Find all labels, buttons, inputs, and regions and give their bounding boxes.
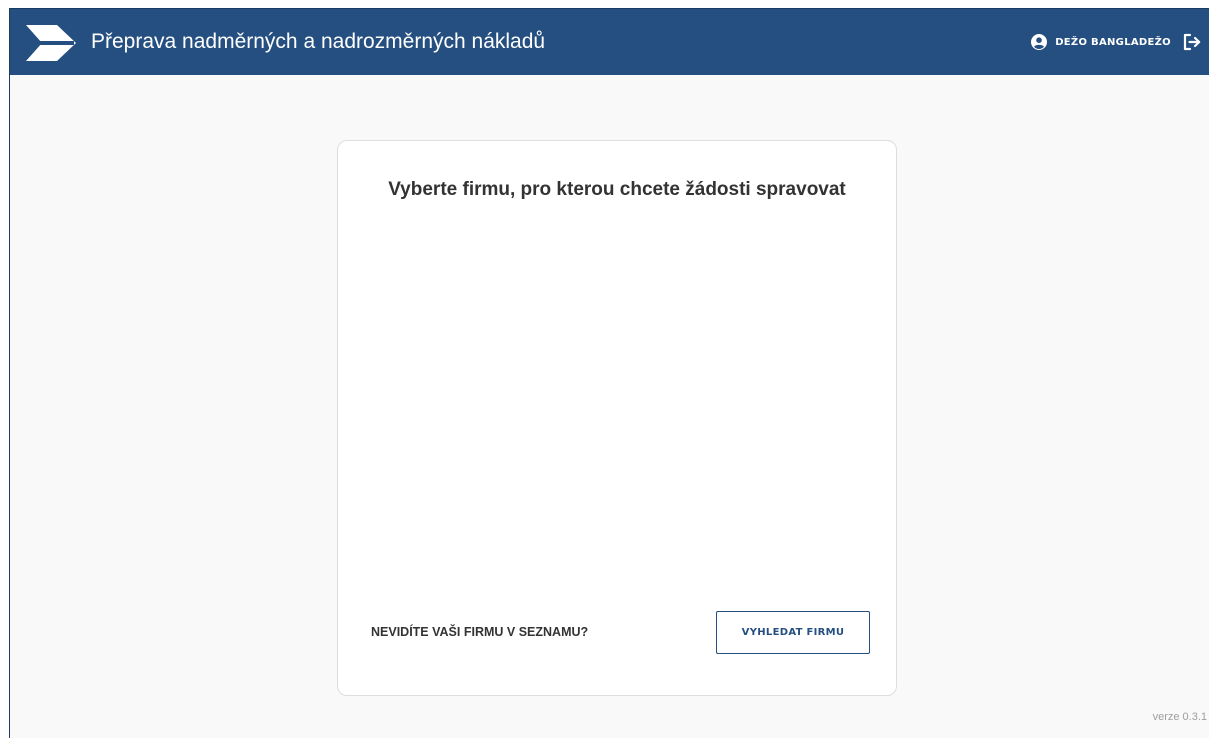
user-circle-icon [1031,34,1048,50]
app-frame: Přeprava nadměrných a nadrozměrných nákl… [9,8,1209,738]
firm-not-listed-text: NEVIDÍTE VAŠI FIRMU V SEZNAMU? [371,625,589,639]
app-title: Přeprava nadměrných a nadrozměrných nákl… [91,30,546,53]
app-header: Přeprava nadměrných a nadrozměrných nákl… [10,8,1209,75]
card-title: Vyberte firmu, pro kterou chcete žádosti… [388,179,846,200]
search-firm-button[interactable]: VYHLEDAT FIRMU [716,611,870,654]
arrow-logo-icon[interactable] [26,23,78,63]
user-name: DEŽO BANGLADEŽO [1055,36,1171,48]
firm-selection-card: Vyberte firmu, pro kterou chcete žádosti… [337,140,897,696]
firm-list [370,221,864,595]
logout-icon[interactable] [1182,32,1202,52]
user-menu[interactable]: DEŽO BANGLADEŽO [1031,33,1171,51]
version-label: verze 0.3.1 [1152,711,1207,723]
